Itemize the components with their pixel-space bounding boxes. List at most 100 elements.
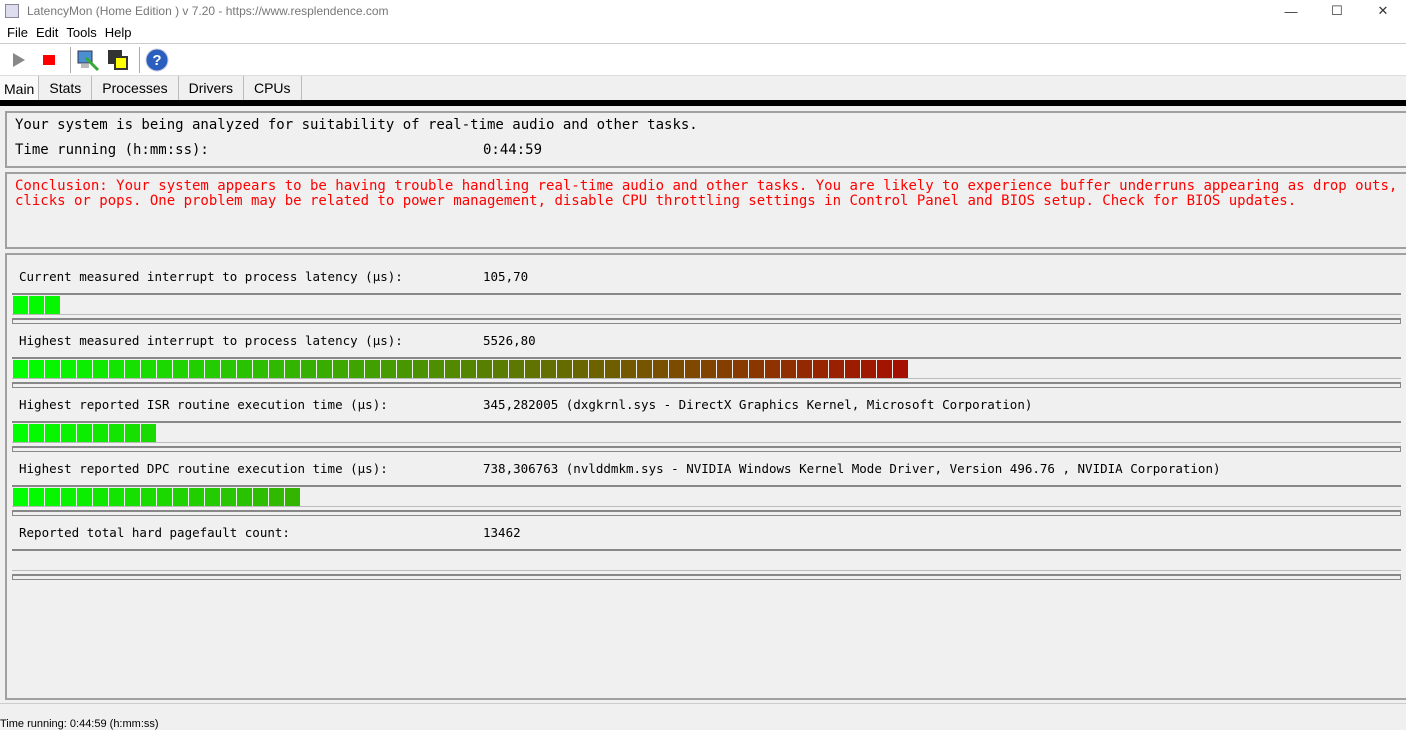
bar-segment xyxy=(509,360,524,378)
bar-segment xyxy=(157,360,172,378)
analyze-icon xyxy=(77,50,100,71)
help-button[interactable]: ? xyxy=(144,47,170,73)
bar-segment xyxy=(589,360,604,378)
bar-segment xyxy=(29,488,44,506)
bar-segment xyxy=(29,424,44,442)
bar-segment xyxy=(445,360,460,378)
analysis-message: Your system is being analyzed for suitab… xyxy=(15,117,698,133)
windows-button[interactable] xyxy=(105,47,131,73)
divider xyxy=(0,100,1406,106)
stop-button[interactable] xyxy=(36,47,62,73)
bar-segment xyxy=(653,360,668,378)
time-running-label: Time running (h:mm:ss): xyxy=(15,142,209,158)
bar-segment xyxy=(237,360,252,378)
tab-cpus[interactable]: CPUs xyxy=(244,76,302,100)
bar-segment xyxy=(45,296,60,314)
minimize-button[interactable]: — xyxy=(1268,0,1314,22)
bar-segment xyxy=(109,360,124,378)
close-button[interactable]: ✕ xyxy=(1360,0,1406,22)
bar-segment xyxy=(829,360,844,378)
menu-edit[interactable]: Edit xyxy=(32,25,62,40)
bar-segment xyxy=(797,360,812,378)
bar-segment xyxy=(109,488,124,506)
metric-row: Highest reported ISR routine execution t… xyxy=(19,397,1032,412)
bar-segment xyxy=(717,360,732,378)
bar-segment xyxy=(317,360,332,378)
bar-segment xyxy=(781,360,796,378)
bar-segment xyxy=(493,360,508,378)
maximize-button[interactable]: ☐ xyxy=(1314,0,1360,22)
bar-segment xyxy=(61,488,76,506)
metric-label: Reported total hard pagefault count: xyxy=(19,525,290,540)
bar-segment xyxy=(77,360,92,378)
metric-label: Highest reported DPC routine execution t… xyxy=(19,461,388,476)
bar-segment xyxy=(61,424,76,442)
bar-segment xyxy=(13,424,28,442)
bar-segment xyxy=(173,360,188,378)
bar-segment xyxy=(77,488,92,506)
bar-segment xyxy=(205,360,220,378)
bar-segment xyxy=(301,360,316,378)
bar-segment xyxy=(189,360,204,378)
menu-help[interactable]: Help xyxy=(101,25,136,40)
help-icon: ? xyxy=(145,48,169,71)
bar-segment xyxy=(93,424,108,442)
play-button[interactable] xyxy=(6,47,32,73)
play-icon xyxy=(13,52,25,67)
bar-segment xyxy=(13,488,28,506)
bar-segment xyxy=(61,360,76,378)
bar-segment xyxy=(141,488,156,506)
bar-segment xyxy=(77,424,92,442)
bar-segment xyxy=(621,360,636,378)
tab-processes[interactable]: Processes xyxy=(92,76,179,100)
bar-segment xyxy=(237,488,252,506)
bar-segment xyxy=(285,360,300,378)
metric-row: Current measured interrupt to process la… xyxy=(19,269,528,284)
tab-stats[interactable]: Stats xyxy=(39,76,93,100)
metric-row: Reported total hard pagefault count: 1346… xyxy=(19,525,521,540)
bar-segment xyxy=(813,360,828,378)
bar-segment xyxy=(13,296,28,314)
bar-segment xyxy=(221,360,236,378)
latency-bar xyxy=(12,357,1401,388)
bar-segment xyxy=(413,360,428,378)
bar-segment xyxy=(125,360,140,378)
latency-bar xyxy=(12,549,1401,580)
bar-segment xyxy=(333,360,348,378)
bar-segment xyxy=(861,360,876,378)
title-bar: LatencyMon (Home Edition ) v 7.20 - http… xyxy=(0,0,1406,22)
latency-bar xyxy=(12,485,1401,516)
bar-segment xyxy=(45,424,60,442)
tab-drivers[interactable]: Drivers xyxy=(179,76,244,100)
metric-value: 5526,80 xyxy=(483,333,536,348)
bar-segment xyxy=(141,424,156,442)
tab-bar: Main Stats Processes Drivers CPUs xyxy=(0,75,1406,100)
bar-segment xyxy=(269,360,284,378)
bar-segment xyxy=(573,360,588,378)
bar-segment xyxy=(637,360,652,378)
bar-segment xyxy=(365,360,380,378)
bar-segment xyxy=(109,424,124,442)
bar-segment xyxy=(605,360,620,378)
bar-segment xyxy=(349,360,364,378)
svg-text:?: ? xyxy=(152,52,161,69)
app-icon xyxy=(5,4,19,18)
menu-file[interactable]: File xyxy=(3,25,32,40)
window-title: LatencyMon (Home Edition ) v 7.20 - http… xyxy=(27,4,389,18)
bar-segment xyxy=(557,360,572,378)
menu-tools[interactable]: Tools xyxy=(62,25,100,40)
tab-main[interactable]: Main xyxy=(0,76,40,100)
analyze-button[interactable] xyxy=(75,47,101,73)
bar-segment xyxy=(141,360,156,378)
bar-segment xyxy=(253,488,268,506)
bar-segment xyxy=(189,488,204,506)
status-panel: Your system is being analyzed for suitab… xyxy=(5,111,1406,168)
metric-label: Highest measured interrupt to process la… xyxy=(19,333,403,348)
metric-value: 345,282005 (dxgkrnl.sys - DirectX Graphi… xyxy=(483,397,1033,412)
metric-label: Current measured interrupt to process la… xyxy=(19,269,403,284)
bar-segment xyxy=(93,360,108,378)
bar-segment xyxy=(461,360,476,378)
bar-segment xyxy=(765,360,780,378)
metric-value: 13462 xyxy=(483,525,521,540)
metrics-panel: Current measured interrupt to process la… xyxy=(5,253,1406,700)
